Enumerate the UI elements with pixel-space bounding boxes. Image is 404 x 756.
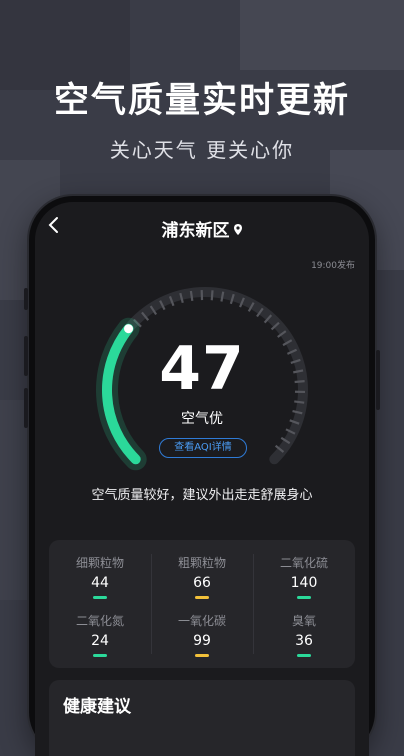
health-advice-card[interactable]: 健康建议	[49, 680, 355, 756]
promo-subline: 关心天气 更关心你	[0, 134, 404, 163]
pollutant-card: 细颗粒物 44 粗颗粒物 66 二氧化硫 140 二氧化氮 24 一氧化碳	[49, 540, 355, 668]
phone-volume-down	[24, 388, 28, 428]
pollutant-pm25[interactable]: 细颗粒物 44	[49, 554, 151, 599]
level-bar	[195, 654, 209, 657]
pollutant-value: 140	[253, 575, 355, 591]
promo-headline: 空气质量实时更新	[0, 72, 404, 123]
gauge-tick	[191, 291, 192, 301]
pollutant-name: 二氧化氮	[49, 612, 151, 629]
pollutant-co[interactable]: 一氧化碳 99	[151, 612, 253, 657]
level-bar	[297, 654, 311, 657]
pollutant-value: 44	[49, 575, 151, 591]
phone-side-button	[24, 288, 28, 310]
pollutant-value: 66	[151, 575, 253, 591]
aqi-level: 空气优	[35, 408, 369, 428]
level-bar	[93, 654, 107, 657]
pollutant-name: 二氧化硫	[253, 554, 355, 571]
level-bar	[297, 596, 311, 599]
pollutant-name: 细颗粒物	[49, 554, 151, 571]
app-screen: 浦东新区 19:00发布 47 空气优 查看AQI详情 空气质量较好，建议外出走…	[35, 202, 369, 756]
pollutant-value: 99	[151, 633, 253, 649]
level-bar	[195, 596, 209, 599]
pollutant-name: 臭氧	[253, 612, 355, 629]
phone-frame: 浦东新区 19:00发布 47 空气优 查看AQI详情 空气质量较好，建议外出走…	[29, 196, 375, 756]
pollutant-name: 一氧化碳	[151, 612, 253, 629]
city-name: 浦东新区	[162, 221, 230, 241]
publish-time: 19:00发布	[311, 258, 355, 271]
pollutant-o3[interactable]: 臭氧 36	[253, 612, 355, 657]
pollutant-value: 24	[49, 633, 151, 649]
pollutant-so2[interactable]: 二氧化硫 140	[253, 554, 355, 599]
aqi-value: 47	[35, 334, 369, 404]
phone-volume-up	[24, 336, 28, 376]
gauge-indicator-dot	[124, 324, 133, 333]
phone-power-button	[376, 350, 380, 410]
pollutant-no2[interactable]: 二氧化氮 24	[49, 612, 151, 657]
air-summary: 空气质量较好，建议外出走走舒展身心	[35, 484, 369, 503]
pollutant-pm10[interactable]: 粗颗粒物 66	[151, 554, 253, 599]
health-advice-title: 健康建议	[63, 692, 131, 717]
aqi-detail-button[interactable]: 查看AQI详情	[159, 438, 247, 458]
location-pin-icon	[233, 221, 243, 241]
pollutant-value: 36	[253, 633, 355, 649]
gauge-tick	[212, 290, 213, 300]
level-bar	[93, 596, 107, 599]
nav-title: 浦东新区	[35, 216, 369, 241]
pollutant-name: 粗颗粒物	[151, 554, 253, 571]
